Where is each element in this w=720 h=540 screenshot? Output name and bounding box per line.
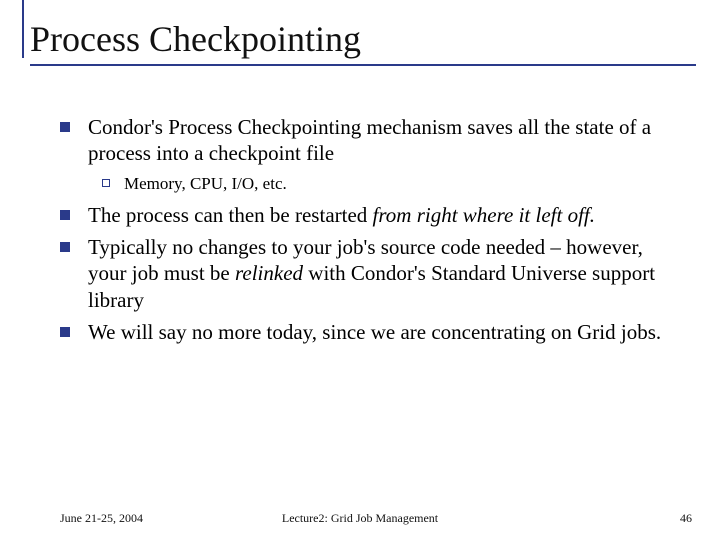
bullet-text: Typically no changes to your job's sourc… xyxy=(88,234,676,313)
bullet-level1: We will say no more today, since we are … xyxy=(60,319,676,345)
title-rule-vertical xyxy=(22,0,24,58)
bullet-level1: Typically no changes to your job's sourc… xyxy=(60,234,676,313)
bullet-square-icon xyxy=(60,122,70,132)
slide-body: Condor's Process Checkpointing mechanism… xyxy=(30,66,696,345)
footer-date: June 21-25, 2004 xyxy=(60,511,143,526)
bullet-level1: Condor's Process Checkpointing mechanism… xyxy=(60,114,676,167)
text-italic: from right where it left off. xyxy=(373,203,595,227)
bullet-square-icon xyxy=(60,242,70,252)
slide-footer: June 21-25, 2004 Lecture2: Grid Job Mana… xyxy=(0,511,720,526)
bullet-open-square-icon xyxy=(102,179,110,187)
bullet-text: We will say no more today, since we are … xyxy=(88,319,676,345)
footer-page-number: 46 xyxy=(680,511,692,526)
slide-title: Process Checkpointing xyxy=(30,18,696,60)
bullet-square-icon xyxy=(60,327,70,337)
title-wrap: Process Checkpointing xyxy=(30,12,696,66)
footer-center: Lecture2: Grid Job Management xyxy=(282,511,438,526)
text-italic: relinked xyxy=(235,261,303,285)
slide: Process Checkpointing Condor's Process C… xyxy=(0,0,720,540)
bullet-text: Condor's Process Checkpointing mechanism… xyxy=(88,114,676,167)
bullet-text: The process can then be restarted from r… xyxy=(88,202,676,228)
bullet-square-icon xyxy=(60,210,70,220)
bullet-level2: Memory, CPU, I/O, etc. xyxy=(102,173,676,194)
bullet-level1: The process can then be restarted from r… xyxy=(60,202,676,228)
title-rule-horizontal xyxy=(30,64,696,66)
bullet-text: Memory, CPU, I/O, etc. xyxy=(124,173,287,194)
text-span: The process can then be restarted xyxy=(88,203,373,227)
